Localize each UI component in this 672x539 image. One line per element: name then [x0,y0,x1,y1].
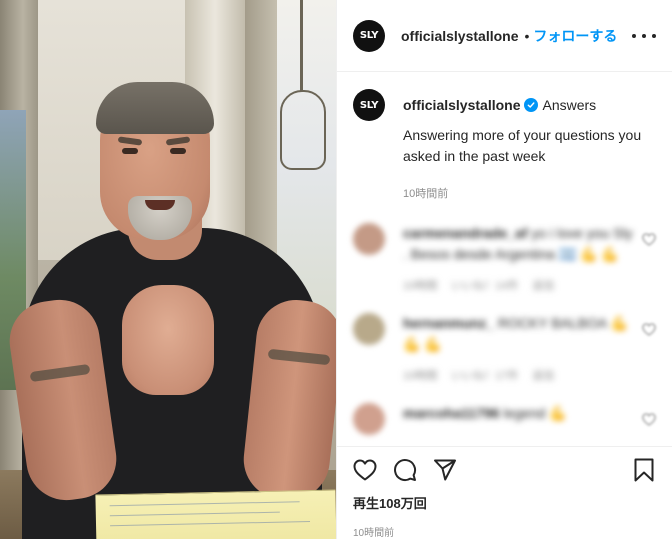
more-options-icon[interactable] [632,26,656,46]
caption-body: officialslystallone Answers Answering mo… [403,89,653,201]
video-notepad [95,489,336,539]
avatar[interactable]: SLY [353,89,385,121]
caption-tag: Answers [542,97,597,113]
comment-text-line: hernanmunz_ ROCKY BALBOA 💪 💪 💪 [403,313,633,355]
post-caption: SLY officialslystallone Answers Answerin… [353,73,656,201]
comment-list: carmenandrade_af yo i love you Sly . Bes… [353,223,656,435]
avatar-logo-text: SLY [359,99,379,111]
post-header: SLY officialslystallone • フォローする [337,0,672,72]
comment-username-link[interactable]: hernanmunz_ [403,315,494,331]
comment-like-icon[interactable] [642,413,656,427]
comment-text: legend 💪 [503,405,567,421]
comment-like-icon[interactable] [642,323,656,337]
comment-timestamp[interactable]: 10時間 [403,367,437,383]
comment-meta: 10時間 いいね！14件 返信 [403,277,633,293]
comments-feed[interactable]: SLY officialslystallone Answers Answerin… [337,73,672,446]
comment-username-link[interactable]: carmenandrade_af [403,225,528,241]
bookmark-icon[interactable] [632,458,656,482]
comment-reply-button[interactable]: 返信 [533,277,555,293]
caption-timestamp[interactable]: 10時間前 [403,185,653,201]
comment-body: hernanmunz_ ROCKY BALBOA 💪 💪 💪 10時間 いいね！17… [403,313,633,383]
video-person-eye [122,148,138,154]
verified-badge-icon [524,98,539,112]
comment-like-count[interactable]: いいね！14件 [451,277,518,293]
video-person-hands [122,285,214,395]
comment-item: hernanmunz_ ROCKY BALBOA 💪 💪 💪 10時間 いいね！17… [353,313,656,383]
instagram-post-window: SLY officialslystallone • フォローする SLY off… [0,0,672,539]
view-count[interactable]: 再生108万回 [353,493,656,512]
comment-text-line: marcoha11796 legend 💪 [403,403,633,424]
comment-item: carmenandrade_af yo i love you Sly . Bes… [353,223,656,293]
comment-icon[interactable] [393,458,417,482]
comment-item: marcoha11796 legend 💪 [353,403,656,435]
post-side-panel: SLY officialslystallone • フォローする SLY off… [336,0,672,539]
header-separator: • [524,27,530,44]
comment-body: marcoha11796 legend 💪 [403,403,633,435]
video-player[interactable] [0,0,336,539]
comment-meta: 10時間 いいね！17件 返信 [403,367,633,383]
avatar[interactable] [353,403,385,435]
post-timestamp[interactable]: 10時間前 [353,524,656,539]
follow-button[interactable]: フォローする [533,26,617,46]
comment-like-count[interactable]: いいね！17件 [451,367,518,383]
avatar[interactable] [353,313,385,345]
header-username-link[interactable]: officialslystallone [401,28,518,44]
caption-header: officialslystallone Answers [403,89,653,121]
comment-text-line: carmenandrade_af yo i love you Sly . Bes… [403,223,633,265]
paper-plane-icon[interactable] [433,458,457,482]
caption-username-link[interactable]: officialslystallone [403,97,520,113]
video-person-eye [170,148,186,154]
comment-like-icon[interactable] [642,233,656,247]
video-hanging-lamp [280,90,326,170]
video-lamp-chain [300,0,303,92]
avatar[interactable]: SLY [353,19,385,52]
comment-timestamp[interactable]: 10時間 [403,277,437,293]
avatar[interactable] [353,223,385,255]
comment-reply-button[interactable]: 返信 [533,367,555,383]
video-person-hair [96,82,214,134]
action-icons-row [353,447,656,493]
avatar-logo-text: SLY [359,30,379,41]
heart-icon[interactable] [353,458,377,482]
comment-username-link[interactable]: marcoha11796 [403,405,500,421]
post-actions: 再生108万回 10時間前 [337,446,672,539]
caption-text: Answering more of your questions you ask… [403,127,642,164]
comment-body: carmenandrade_af yo i love you Sly . Bes… [403,223,633,293]
